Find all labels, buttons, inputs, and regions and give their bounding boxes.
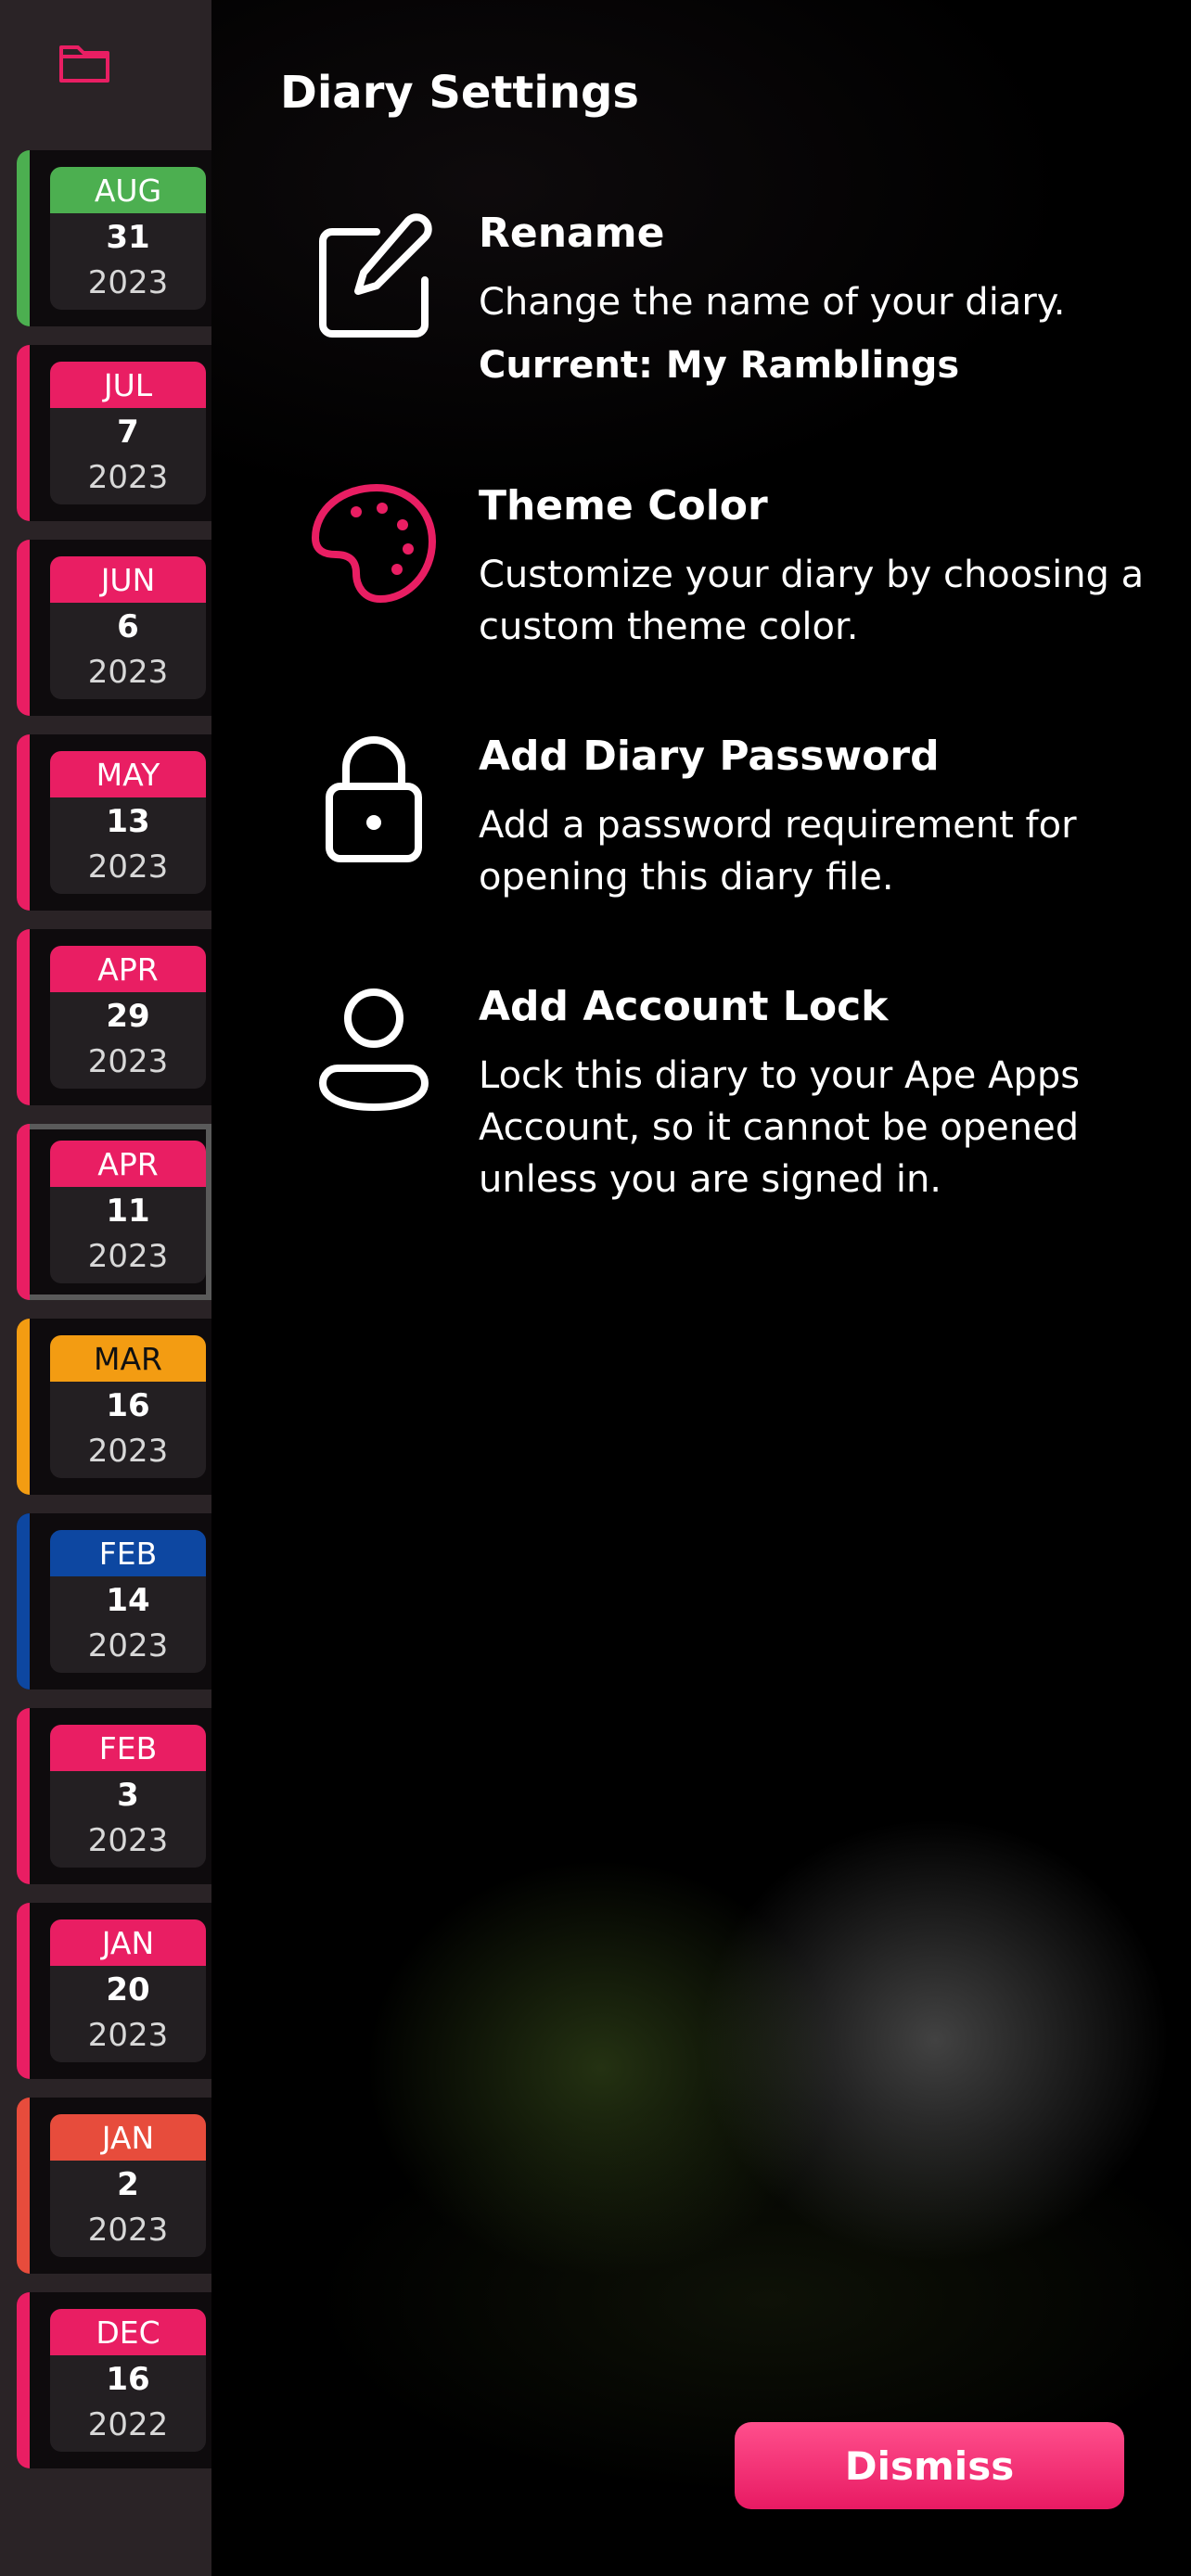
entry-day: 16 xyxy=(106,1387,150,1424)
entry-color-stripe xyxy=(17,1708,30,1884)
entry-day: 7 xyxy=(117,414,139,451)
diary-entry[interactable]: MAY 13 2023 xyxy=(17,734,211,911)
entry-date-card: APR 29 2023 xyxy=(50,946,206,1089)
entry-date-card: DEC 16 2022 xyxy=(50,2309,206,2452)
entry-day: 20 xyxy=(106,1971,150,2009)
entry-date-card: JUL 7 2023 xyxy=(50,362,206,504)
entry-month: AUG xyxy=(50,167,206,213)
diary-entry[interactable]: APR 29 2023 xyxy=(17,929,211,1105)
entry-year: 2023 xyxy=(87,459,169,496)
entry-date-card: JUN 6 2023 xyxy=(50,556,206,699)
diary-entry[interactable]: FEB 14 2023 xyxy=(17,1513,211,1690)
settings-panel: Diary Settings Rename Change the name of… xyxy=(211,0,1191,2576)
open-folder-button[interactable] xyxy=(52,37,117,89)
lock-icon xyxy=(304,729,443,868)
entry-day: 31 xyxy=(106,219,150,256)
entry-month: MAR xyxy=(50,1335,206,1382)
entry-color-stripe xyxy=(17,540,30,716)
theme-color-description: Customize your diary by choosing a custo… xyxy=(479,554,1145,648)
diary-password-description: Add a password requirement for opening t… xyxy=(479,804,1077,899)
entry-year: 2023 xyxy=(87,1822,169,1859)
entry-year: 2023 xyxy=(87,1043,169,1080)
entry-date-card: FEB 3 2023 xyxy=(50,1725,206,1868)
entry-color-stripe xyxy=(17,734,30,911)
entry-year: 2023 xyxy=(87,264,169,301)
diary-entry[interactable]: AUG 31 2023 xyxy=(17,150,211,326)
entry-color-stripe xyxy=(17,1513,30,1690)
edit-icon xyxy=(304,206,443,345)
entry-color-stripe xyxy=(17,2098,30,2274)
entry-day: 11 xyxy=(106,1192,150,1230)
diary-entry[interactable]: JUL 7 2023 xyxy=(17,345,211,521)
theme-color-heading: Theme Color xyxy=(479,482,768,529)
entry-month: JUN xyxy=(50,556,206,603)
diary-entry[interactable]: DEC 16 2022 xyxy=(17,2292,211,2468)
folder-icon xyxy=(59,45,109,83)
entry-day: 2 xyxy=(117,2166,139,2203)
entry-date-card: MAY 13 2023 xyxy=(50,751,206,894)
diary-entry[interactable]: MAR 16 2023 xyxy=(17,1319,211,1495)
entry-day: 6 xyxy=(117,608,139,645)
account-lock-heading: Add Account Lock xyxy=(479,983,889,1030)
entry-month: FEB xyxy=(50,1725,206,1771)
current-name: Current: My Ramblings xyxy=(479,344,960,387)
diary-password-heading: Add Diary Password xyxy=(479,733,940,780)
entry-color-stripe xyxy=(17,1903,30,2079)
user-icon xyxy=(304,979,443,1118)
entry-year: 2023 xyxy=(87,2212,169,2249)
diary-sidebar: AUG 31 2023 JUL 7 2023 JUN 6 2023 MAY 13 2023 APR 29 2… xyxy=(0,0,211,2576)
entry-month: JAN xyxy=(50,2114,206,2161)
entry-day: 3 xyxy=(117,1777,139,1814)
entry-year: 2023 xyxy=(87,654,169,691)
entry-month: JAN xyxy=(50,1919,206,1966)
diary-entry[interactable]: JAN 20 2023 xyxy=(17,1903,211,2079)
diary-entry[interactable]: FEB 3 2023 xyxy=(17,1708,211,1884)
entry-month: APR xyxy=(50,946,206,992)
entry-date-card: FEB 14 2023 xyxy=(50,1530,206,1673)
entry-date-card: AUG 31 2023 xyxy=(50,167,206,310)
diary-entry[interactable]: APR 11 2023 xyxy=(17,1124,211,1300)
entry-date-card: JAN 2 2023 xyxy=(50,2114,206,2257)
rename-heading: Rename xyxy=(479,210,665,257)
entry-year: 2023 xyxy=(87,848,169,886)
account-lock-description: Lock this diary to your Ape Apps Account… xyxy=(479,1054,1081,1201)
entry-year: 2023 xyxy=(87,1433,169,1470)
diary-entry[interactable]: JAN 2 2023 xyxy=(17,2098,211,2274)
entry-color-stripe xyxy=(17,345,30,521)
entry-month: FEB xyxy=(50,1530,206,1576)
entry-month: JUL xyxy=(50,362,206,408)
entry-year: 2023 xyxy=(87,1238,169,1275)
entry-day: 13 xyxy=(106,803,150,840)
entry-month: APR xyxy=(50,1141,206,1187)
entry-day: 29 xyxy=(106,998,150,1035)
entry-month: DEC xyxy=(50,2309,206,2355)
entry-color-stripe xyxy=(17,150,30,326)
entry-color-stripe xyxy=(17,929,30,1105)
entry-date-card: JAN 20 2023 xyxy=(50,1919,206,2062)
page-title: Diary Settings xyxy=(280,67,639,119)
entry-color-stripe xyxy=(17,2292,30,2468)
entry-year: 2022 xyxy=(87,2406,169,2443)
palette-icon xyxy=(304,478,443,618)
entry-month: MAY xyxy=(50,751,206,797)
entry-date-card: MAR 16 2023 xyxy=(50,1335,206,1478)
entry-day: 14 xyxy=(106,1582,150,1619)
entry-color-stripe xyxy=(17,1124,30,1300)
entry-color-stripe xyxy=(17,1319,30,1495)
rename-description: Change the name of your diary. xyxy=(479,281,1066,324)
entry-year: 2023 xyxy=(87,2017,169,2054)
dismiss-button[interactable]: Dismiss xyxy=(735,2422,1124,2509)
entry-day: 16 xyxy=(106,2361,150,2398)
entry-date-card: APR 11 2023 xyxy=(50,1141,206,1283)
entry-year: 2023 xyxy=(87,1627,169,1664)
diary-entry[interactable]: JUN 6 2023 xyxy=(17,540,211,716)
